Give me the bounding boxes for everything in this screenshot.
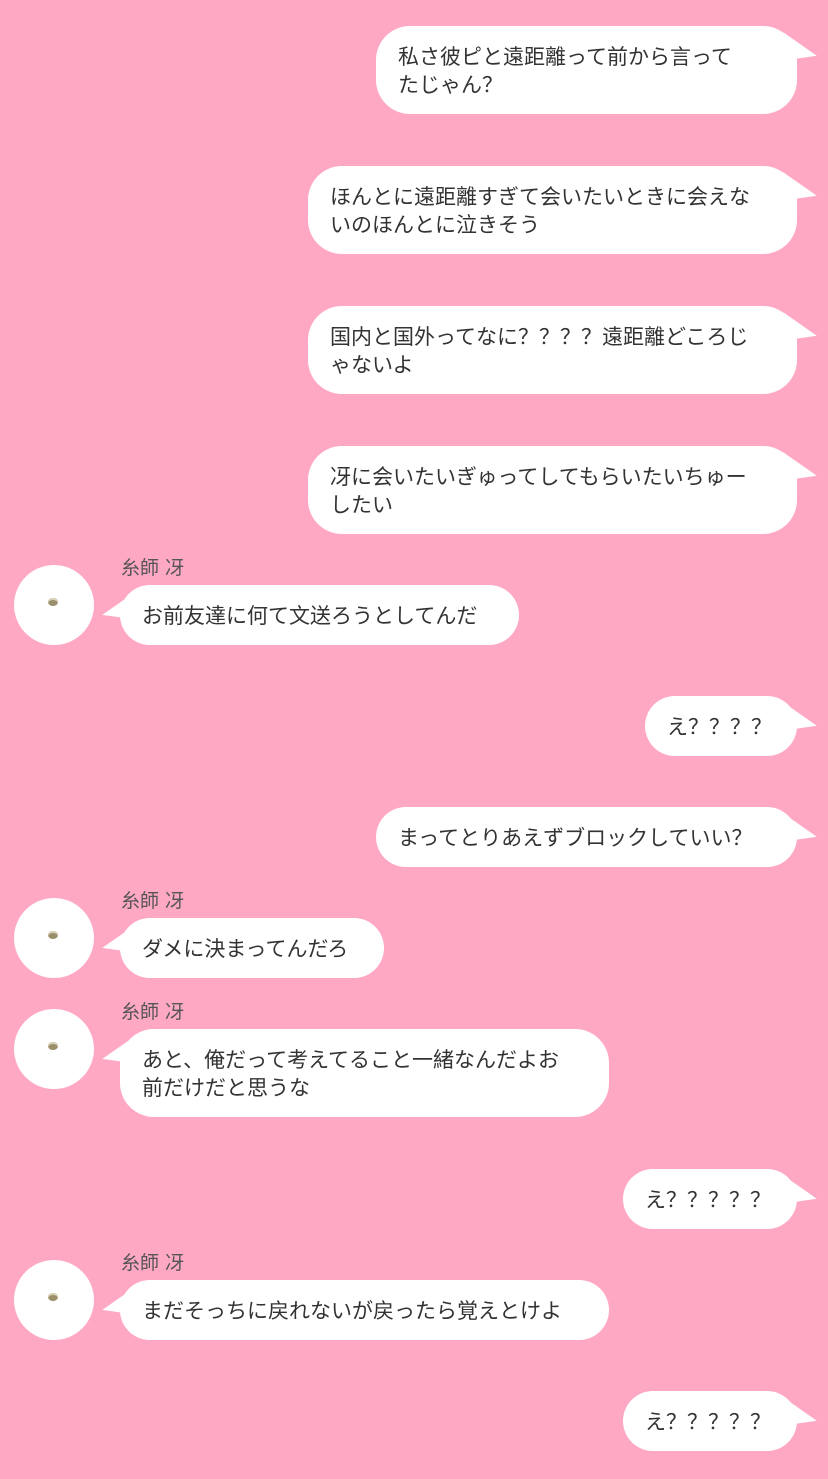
sender-name: 糸師 冴 <box>121 1252 185 1274</box>
avatar-icon <box>48 598 58 606</box>
sender-name: 糸師 冴 <box>121 1001 185 1023</box>
message-bubble-sent[interactable]: え？？？？ <box>645 696 797 756</box>
message-bubble-sent[interactable]: まってとりあえずブロックしていい？ <box>376 807 797 867</box>
message-bubble-sent[interactable]: 私さ彼ピと遠距離って前から言って たじゃん？ <box>376 26 797 114</box>
message-bubble-received[interactable]: ダメに決まってんだろ <box>120 918 384 978</box>
message-bubble-received[interactable]: お前友達に何て文送ろうとしてんだ <box>120 585 519 645</box>
avatar-icon <box>48 1042 58 1050</box>
message-bubble-sent[interactable]: ほんとに遠距離すぎて会いたいときに会えな いのほんとに泣きそう <box>308 166 797 254</box>
contact-avatar[interactable] <box>14 565 94 645</box>
message-bubble-sent[interactable]: 冴に会いたいぎゅってしてもらいたいちゅー したい <box>308 446 797 534</box>
message-bubble-sent[interactable]: 国内と国外ってなに？？？？遠距離どころじ ゃないよ <box>308 306 797 394</box>
avatar-icon <box>48 1293 58 1301</box>
contact-avatar[interactable] <box>14 1009 94 1089</box>
message-bubble-sent[interactable]: え？？？？？ <box>623 1391 797 1451</box>
message-bubble-received[interactable]: まだそっちに戻れないが戻ったら覚えとけよ <box>120 1280 609 1340</box>
sender-name: 糸師 冴 <box>121 890 185 912</box>
avatar-icon <box>48 931 58 939</box>
sender-name: 糸師 冴 <box>121 557 185 579</box>
message-bubble-sent[interactable]: え？？？？？ <box>623 1169 797 1229</box>
contact-avatar[interactable] <box>14 898 94 978</box>
contact-avatar[interactable] <box>14 1260 94 1340</box>
message-bubble-received[interactable]: あと、俺だって考えてること一緒なんだよお 前だけだと思うな <box>120 1029 609 1117</box>
